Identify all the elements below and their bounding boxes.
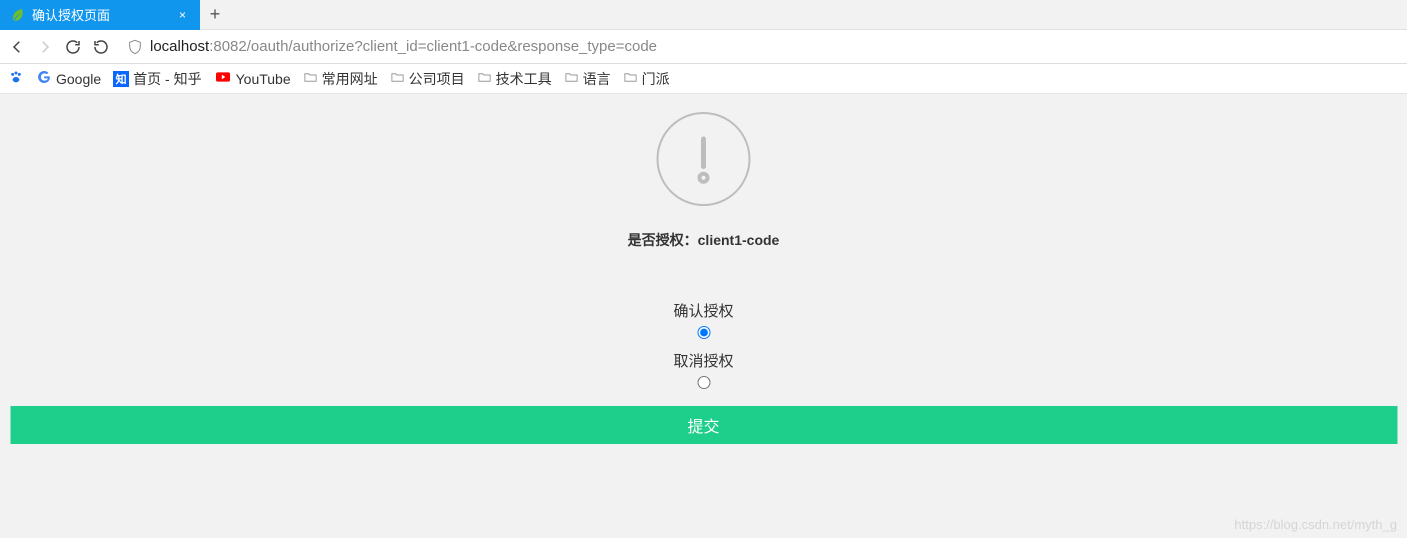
confirm-auth-radio[interactable]: [697, 326, 710, 339]
cancel-auth-label: 取消授权: [0, 350, 1407, 371]
url-input[interactable]: localhost:8082/oauth/authorize?client_id…: [120, 38, 1399, 56]
folder-icon: [564, 70, 579, 88]
folder-icon: [477, 70, 492, 88]
undo-icon[interactable]: [92, 38, 110, 56]
bookmark-label: 常用网址: [322, 69, 378, 89]
bookmark-baidu[interactable]: [8, 69, 24, 88]
folder-icon: [303, 70, 318, 88]
bookmark-label: 首页 - 知乎: [133, 69, 201, 89]
bookmark-youtube[interactable]: YouTube: [214, 70, 291, 87]
bookmark-folder-3[interactable]: 语言: [564, 69, 611, 89]
exclamation-icon: [657, 112, 751, 206]
paw-icon: [8, 69, 24, 88]
bookmark-label: YouTube: [236, 71, 291, 87]
bookmark-label: 技术工具: [496, 69, 552, 89]
close-icon[interactable]: ×: [175, 8, 190, 22]
new-tab-button[interactable]: +: [200, 4, 230, 25]
radio-group: 确认授权 取消授权: [0, 300, 1407, 390]
url-text: localhost:8082/oauth/authorize?client_id…: [150, 38, 657, 55]
folder-icon: [623, 70, 638, 88]
tab-bar: 确认授权页面 × +: [0, 0, 1407, 30]
youtube-icon: [214, 70, 232, 87]
shield-icon: [126, 38, 144, 56]
forward-icon[interactable]: [36, 38, 54, 56]
bookmark-folder-0[interactable]: 常用网址: [303, 69, 378, 89]
bookmark-folder-1[interactable]: 公司项目: [390, 69, 465, 89]
back-icon[interactable]: [8, 38, 26, 56]
bookmark-label: 语言: [583, 69, 611, 89]
zhihu-icon: 知: [113, 71, 129, 87]
bookmark-label: 门派: [642, 69, 670, 89]
confirm-auth-label: 确认授权: [0, 300, 1407, 321]
leaf-icon: [10, 7, 26, 23]
bookmark-folder-4[interactable]: 门派: [623, 69, 670, 89]
reload-icon[interactable]: [64, 38, 82, 56]
bookmark-label: Google: [56, 71, 101, 87]
bookmark-zhihu[interactable]: 知 首页 - 知乎: [113, 69, 201, 89]
watermark: https://blog.csdn.net/myth_g: [1234, 517, 1397, 532]
submit-button[interactable]: 提交: [10, 406, 1397, 444]
bookmark-folder-2[interactable]: 技术工具: [477, 69, 552, 89]
bookmark-label: 公司项目: [409, 69, 465, 89]
bookmark-google[interactable]: Google: [36, 69, 101, 88]
auth-question: 是否授权：client1-code: [0, 230, 1407, 250]
auth-form: 是否授权：client1-code 确认授权 取消授权 提交: [0, 112, 1407, 444]
page-content: 是否授权：client1-code 确认授权 取消授权 提交 https://b…: [0, 94, 1407, 538]
tab-title: 确认授权页面: [32, 5, 110, 24]
google-icon: [36, 69, 52, 88]
folder-icon: [390, 70, 405, 88]
address-bar: localhost:8082/oauth/authorize?client_id…: [0, 30, 1407, 64]
browser-tab-active[interactable]: 确认授权页面 ×: [0, 0, 200, 30]
cancel-auth-radio[interactable]: [697, 376, 710, 389]
bookmark-bar: Google 知 首页 - 知乎 YouTube 常用网址 公司项目 技术工具 …: [0, 64, 1407, 94]
